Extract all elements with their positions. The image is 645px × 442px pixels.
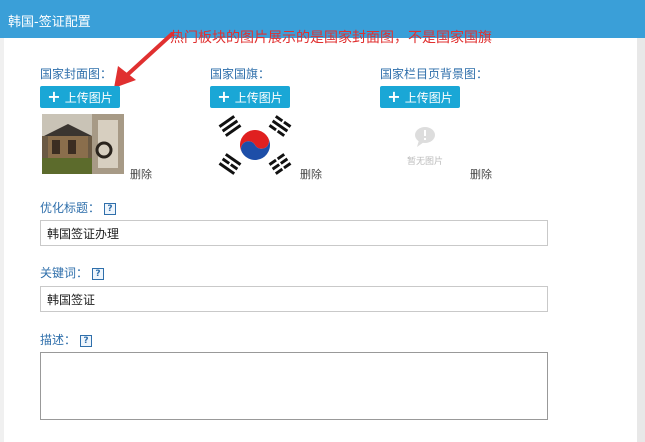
cover-image	[42, 114, 124, 174]
dialog: 韩国-签证配置 热门板块的图片展示的是国家封面图，不是国家国旗 国家封面图： +…	[0, 0, 645, 442]
description-textarea[interactable]	[40, 352, 548, 420]
cover-upload-label: 上传图片	[64, 90, 113, 105]
annotation-arrow-icon	[114, 32, 174, 88]
flag-label: 国家国旗：	[210, 67, 271, 81]
cover-delete-link[interactable]: 删除	[130, 166, 152, 182]
flag-upload-button[interactable]: + 上传图片	[210, 86, 290, 108]
keywords-label: 关键词：?	[40, 264, 105, 281]
flag-upload-label: 上传图片	[234, 90, 283, 105]
annotation-text: 热门板块的图片展示的是国家封面图，不是国家国旗	[170, 30, 492, 46]
plus-icon: +	[387, 87, 401, 106]
flag-delete-link[interactable]: 删除	[300, 166, 322, 182]
help-icon[interactable]: ?	[80, 334, 93, 347]
left-edge	[0, 38, 4, 442]
description-label: 描述：?	[40, 331, 93, 348]
plus-icon: +	[217, 87, 231, 106]
banner-placeholder: 暂无图片	[385, 120, 465, 170]
seo-title-label-text: 优化标题：	[40, 201, 101, 215]
seo-title-input[interactable]: 韩国签证办理	[40, 220, 548, 246]
no-image-text: 暂无图片	[406, 157, 443, 167]
keywords-input[interactable]: 韩国签证	[40, 286, 548, 312]
banner-delete-link[interactable]: 删除	[470, 166, 492, 182]
banner-label: 国家栏目页背景图：	[380, 67, 489, 81]
keywords-label-text: 关键词：	[40, 266, 89, 280]
vertical-scrollbar[interactable]	[637, 38, 645, 442]
help-icon[interactable]: ?	[104, 202, 117, 215]
banner-upload-label: 上传图片	[404, 90, 453, 105]
banner-upload-button[interactable]: + 上传图片	[380, 86, 460, 108]
cover-label: 国家封面图：	[40, 67, 113, 81]
dialog-title: 韩国-签证配置	[8, 15, 91, 30]
korea-flag-image	[216, 114, 294, 176]
help-icon[interactable]: ?	[92, 267, 105, 280]
description-label-text: 描述：	[40, 333, 77, 347]
cover-upload-button[interactable]: + 上传图片	[40, 86, 120, 108]
plus-icon: +	[47, 87, 61, 106]
no-image-icon	[415, 127, 435, 147]
seo-title-label: 优化标题：?	[40, 199, 117, 216]
